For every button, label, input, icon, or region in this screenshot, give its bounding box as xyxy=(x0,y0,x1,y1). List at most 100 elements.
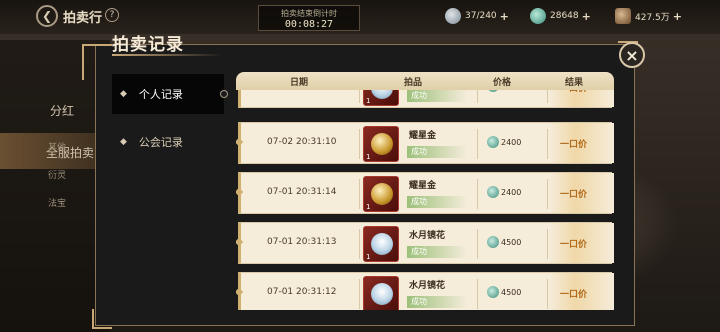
item-thumbnail[interactable] xyxy=(363,276,399,310)
tab-guild-record[interactable]: ◆ 公会记录 xyxy=(112,122,224,162)
jade-coin-icon xyxy=(487,186,499,198)
row-date: 07-01 20:31:13 xyxy=(267,237,337,247)
add-resource-button[interactable]: + xyxy=(500,10,509,23)
price-value: 4500 xyxy=(501,287,522,297)
silver-coin-icon xyxy=(445,8,461,24)
table-row[interactable]: 07-02 20:31:11 1 成功 4500 一口价 xyxy=(236,90,614,108)
result-label: 一口价 xyxy=(560,190,588,200)
item-count: 1 xyxy=(366,203,371,211)
price: 2400 xyxy=(487,186,521,198)
resource-value: 37/240 xyxy=(465,11,497,21)
menu-subitem[interactable]: 衍灵 xyxy=(48,168,88,181)
price: 4500 xyxy=(487,236,521,248)
column-divider xyxy=(477,179,478,209)
row-marker xyxy=(236,287,244,297)
result-label: 一口价 xyxy=(560,140,588,150)
menu-subitem[interactable]: 法宝 xyxy=(48,196,88,209)
modal-corner xyxy=(92,309,112,329)
item-name: 水月镜花 xyxy=(409,231,446,241)
resource-jade: 28648 + xyxy=(530,7,610,25)
column-divider xyxy=(477,129,478,159)
jade-coin-icon xyxy=(487,286,499,298)
column-divider xyxy=(477,229,478,259)
result-label: 一口价 xyxy=(560,240,588,250)
timer-value: 00:08:27 xyxy=(284,19,334,30)
tab-label: 公会记录 xyxy=(138,136,183,149)
row-date: 07-01 20:31:12 xyxy=(267,287,337,297)
title-ornament xyxy=(82,44,112,80)
column-divider xyxy=(359,179,360,209)
status-badge: 成功 xyxy=(407,196,467,208)
table-row[interactable]: 07-01 20:31:14 1 耀星金成功 2400 一口价 xyxy=(236,172,614,214)
add-resource-button[interactable]: + xyxy=(673,10,682,23)
table-row[interactable]: 07-01 20:31:13 1 水月镜花成功 4500 一口价 xyxy=(236,222,614,264)
resource-silver: 37/240 + xyxy=(445,7,525,25)
status-badge: 成功 xyxy=(407,146,467,158)
resource-value: 427.5万 xyxy=(635,12,670,23)
price-value: 2400 xyxy=(501,187,522,197)
item-thumbnail[interactable]: 1 xyxy=(363,90,399,106)
status-badge: 成功 xyxy=(407,296,467,308)
table-row[interactable]: 07-01 20:31:12 水月镜花 成功 4500 一口价 xyxy=(236,272,614,310)
status-badge: 成功 xyxy=(407,246,467,258)
row-date: 07-01 20:31:14 xyxy=(267,187,337,197)
item-thumbnail[interactable]: 1 xyxy=(363,126,399,162)
timer-label: 拍卖结束倒计时 xyxy=(281,9,337,18)
menu-item-fenhong[interactable]: 分红 xyxy=(50,102,90,119)
price: 4500 xyxy=(487,286,521,298)
price: 4500 xyxy=(487,90,521,92)
price-value: 4500 xyxy=(501,90,521,91)
lotus-icon xyxy=(371,283,393,305)
jade-coin-icon xyxy=(530,8,546,24)
tab-label: 个人记录 xyxy=(138,88,183,101)
column-divider xyxy=(547,179,548,209)
item-name: 耀星金 xyxy=(409,131,437,141)
status-badge: 成功 xyxy=(407,90,467,102)
item-thumbnail[interactable]: 1 xyxy=(363,176,399,212)
item-name: 耀星金 xyxy=(409,181,437,191)
copper-coin-icon xyxy=(615,8,631,24)
help-icon[interactable]: ? xyxy=(105,8,119,22)
chevron-left-icon: ❮ xyxy=(41,9,53,23)
diamond-icon: ◆ xyxy=(120,89,127,99)
record-table: 日期 拍品 价格 结果 07-02 20:31:111成功4500一口价07-0… xyxy=(236,72,614,310)
lotus-icon xyxy=(371,90,393,99)
record-list[interactable]: 07-02 20:31:11 1 成功 4500 一口价 07-02 20:31:10 1 耀… xyxy=(236,90,614,310)
table-header: 日期 拍品 价格 结果 xyxy=(236,72,614,90)
jade-coin-icon xyxy=(487,136,499,148)
item-count: 1 xyxy=(366,253,371,261)
price-value: 4500 xyxy=(501,237,522,247)
column-divider xyxy=(359,279,360,309)
row-marker xyxy=(236,137,244,147)
title-underline xyxy=(112,54,222,56)
back-button[interactable]: ❮ xyxy=(36,5,58,27)
tab-personal-record[interactable]: ◆ 个人记录 xyxy=(112,74,228,114)
diamond-icon: ◆ xyxy=(120,137,127,147)
top-bar: ❮ 拍卖行 ? 拍卖结束倒计时 00:08:27 37/240 + 28648 … xyxy=(0,0,720,34)
row-marker xyxy=(236,187,244,197)
column-divider xyxy=(547,129,548,159)
jade-coin-icon xyxy=(487,90,499,92)
column-divider xyxy=(359,90,360,103)
table-row[interactable]: 07-02 20:31:10 1 耀星金 成功 2400 一口价 xyxy=(236,122,614,164)
item-thumbnail[interactable]: 1 xyxy=(363,226,399,262)
close-button[interactable]: × xyxy=(619,42,645,68)
jade-coin-icon xyxy=(487,236,499,248)
price-value: 2400 xyxy=(501,137,522,147)
gold-ore-icon xyxy=(371,183,393,205)
column-header-date: 日期 xyxy=(290,78,309,88)
column-header-result: 结果 xyxy=(565,78,584,88)
result-label: 一口价 xyxy=(560,290,588,300)
lotus-icon xyxy=(371,233,393,255)
auction-timer: 拍卖结束倒计时 00:08:27 xyxy=(258,5,360,31)
column-divider xyxy=(547,229,548,259)
page-title: 拍卖行 xyxy=(63,11,103,26)
column-divider xyxy=(547,279,548,309)
column-divider xyxy=(547,90,548,103)
add-resource-button[interactable]: + xyxy=(582,10,591,23)
menu-subitem[interactable]: 其他 xyxy=(48,140,88,153)
item-count: 1 xyxy=(366,97,371,105)
row-marker xyxy=(236,237,244,247)
column-divider xyxy=(359,229,360,259)
column-header-item: 拍品 xyxy=(404,78,423,88)
